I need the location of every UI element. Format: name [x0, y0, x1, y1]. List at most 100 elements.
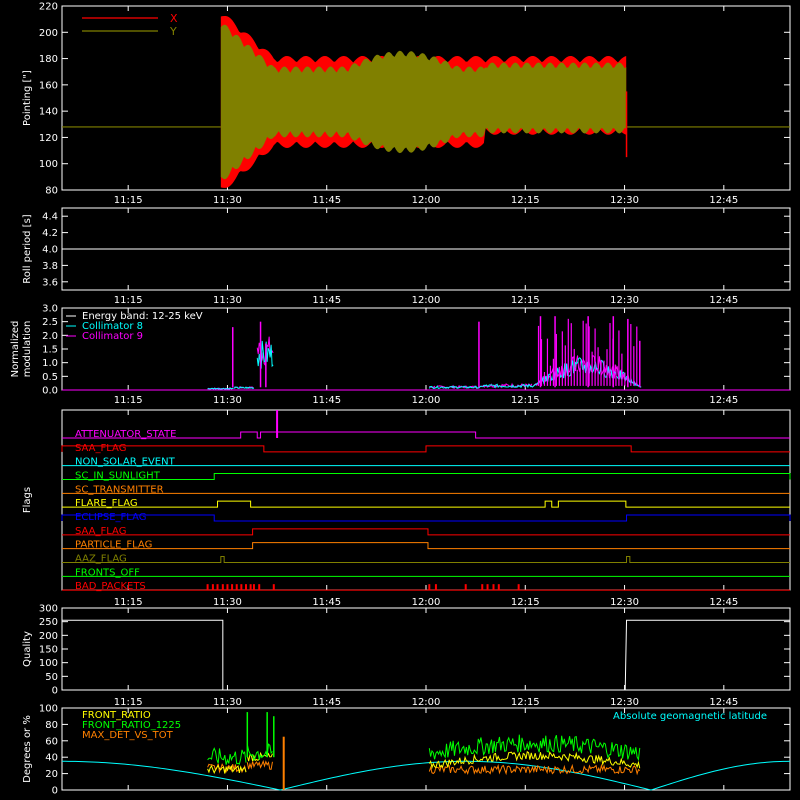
x-tick-label: 11:45	[312, 395, 341, 406]
x-tick-label: 11:45	[312, 697, 341, 708]
series-y-band	[220, 24, 627, 180]
x-tick-label: 11:45	[312, 195, 341, 206]
panel-ratios: Degrees or %020406080100FRONT_RATIOFRONT…	[22, 704, 791, 797]
x-tick-label: 12:30	[610, 195, 639, 206]
x-tick-label: 11:30	[213, 395, 242, 406]
x-tick-label: 11:30	[213, 697, 242, 708]
x-tick-label: 12:30	[610, 597, 639, 608]
x-tick-label: 11:30	[213, 295, 242, 306]
y-tick-label: 220	[39, 2, 58, 13]
x-tick-label: 11:15	[114, 697, 143, 708]
x-tick-label: 11:15	[114, 295, 143, 306]
flag-trace	[62, 473, 791, 480]
x-tick-label: 12:45	[709, 295, 738, 306]
flag-label: SAA_FLAG	[75, 443, 126, 454]
legend-label: Y	[169, 25, 177, 38]
x-tick-label: 12:15	[511, 195, 540, 206]
y-tick-label: 60	[45, 736, 58, 747]
y-axis-label: Pointing ["]	[22, 70, 33, 126]
y-tick-label: 120	[39, 133, 58, 144]
x-tick-label: 11:45	[312, 597, 341, 608]
flag-trace	[62, 542, 790, 550]
y-tick-label: 20	[45, 769, 58, 780]
y-tick-label: 160	[39, 80, 58, 91]
y-tick-label: 0	[52, 786, 58, 797]
y-tick-label: 1.0	[42, 358, 58, 369]
flag-trace	[61, 514, 791, 522]
y-tick-label: 4.0	[42, 245, 58, 256]
x-tick-label: 12:45	[709, 697, 738, 708]
y-axis-label: Normalizedmodulation	[10, 321, 33, 378]
y-tick-label: 1.5	[42, 345, 58, 356]
y-axis-label: Flags	[22, 487, 33, 513]
x-tick-label: 12:00	[412, 395, 441, 406]
x-tick-label: 12:45	[709, 395, 738, 406]
flag-trace	[61, 445, 790, 453]
y-axis-label-line: Normalized	[10, 321, 21, 378]
x-tick-label: 12:30	[610, 395, 639, 406]
y-axis-label: Degrees or %	[22, 715, 33, 783]
x-tick-label: 12:30	[610, 697, 639, 708]
y-tick-label: 150	[39, 645, 58, 656]
x-tick-label: 11:30	[213, 195, 242, 206]
y-tick-label: 4.2	[42, 228, 58, 239]
x-tick-label: 12:15	[511, 597, 540, 608]
y-tick-label: 300	[39, 604, 58, 615]
y-tick-label: 250	[39, 617, 58, 628]
x-tick-label: 12:45	[709, 597, 738, 608]
y-tick-label: 2.0	[42, 331, 58, 342]
panel-modulation: 11:15 11:30 11:45 12:00 12:15 12:30 12:45 Norma…	[10, 304, 791, 406]
x-tick-label: 12:15	[511, 295, 540, 306]
x-tick-label: 11:15	[114, 195, 143, 206]
series-quality	[62, 619, 790, 691]
y-tick-label: 40	[45, 753, 58, 764]
x-tick-label: 12:15	[511, 697, 540, 708]
y-axis-label: Roll period [s]	[22, 214, 33, 283]
y-tick-label: 200	[39, 28, 58, 39]
flag-trace	[62, 528, 790, 536]
legend-label: MAX_DET_VS_TOT	[82, 730, 174, 741]
y-tick-label: 180	[39, 54, 58, 65]
legend-label: Absolute geomagnetic latitude	[613, 711, 767, 722]
multi-panel-chart: 11:15 11:30 11:45 12:00 12:15 12:30 12:45 Point…	[10, 2, 791, 797]
x-tick-label: 12:00	[412, 697, 441, 708]
y-tick-label: 3.8	[42, 261, 58, 272]
series-ratio-trace	[246, 743, 273, 762]
y-tick-label: 140	[39, 107, 58, 118]
y-tick-label: 0.0	[42, 386, 58, 397]
y-tick-label: 4.4	[42, 212, 58, 223]
y-tick-label: 3.0	[42, 304, 58, 315]
flag-label: ECLIPSE_FLAG	[75, 512, 146, 523]
y-tick-label: 3.6	[42, 277, 58, 288]
panel-pointing: 11:15 11:30 11:45 12:00 12:15 12:30 12:45 Point…	[22, 2, 791, 206]
series-ratio-trace	[246, 759, 273, 770]
x-tick-label: 11:30	[213, 597, 242, 608]
legend-label: Collimator 9	[82, 331, 143, 342]
y-axis-label: Quality	[22, 631, 33, 667]
flag-trace	[62, 500, 790, 508]
y-tick-label: 100	[39, 159, 58, 170]
y-axis-label-line: modulation	[22, 321, 33, 378]
y-tick-label: 100	[39, 704, 58, 715]
series-ratio-trace	[207, 764, 247, 775]
series-ratio-trace	[207, 747, 247, 765]
x-tick-label: 11:15	[114, 597, 143, 608]
x-tick-label: 12:00	[412, 597, 441, 608]
y-tick-label: 2.5	[42, 317, 58, 328]
legend-label: X	[170, 12, 178, 25]
y-tick-label: 80	[45, 186, 58, 197]
y-tick-label: 50	[45, 672, 58, 683]
panels: 11:15 11:30 11:45 12:00 12:15 12:30 12:45 Point…	[10, 2, 791, 797]
x-tick-label: 12:45	[709, 195, 738, 206]
x-tick-label: 12:30	[610, 295, 639, 306]
y-tick-label: 100	[39, 658, 58, 669]
y-tick-label: 200	[39, 631, 58, 642]
panel-roll: 11:15 11:30 11:45 12:00 12:15 12:30 12:45 Roll …	[22, 207, 791, 306]
series-collimator-8-trace	[428, 385, 483, 390]
x-tick-label: 12:00	[412, 195, 441, 206]
series-collimator-8-trace	[233, 386, 255, 390]
y-tick-label: 0	[52, 686, 58, 697]
flag-trace	[62, 556, 790, 563]
series-ratio-trace	[428, 763, 641, 776]
panel-flags: 11:15 11:30 11:45 12:00 12:15 12:30 12:45 Flags…	[22, 409, 791, 608]
